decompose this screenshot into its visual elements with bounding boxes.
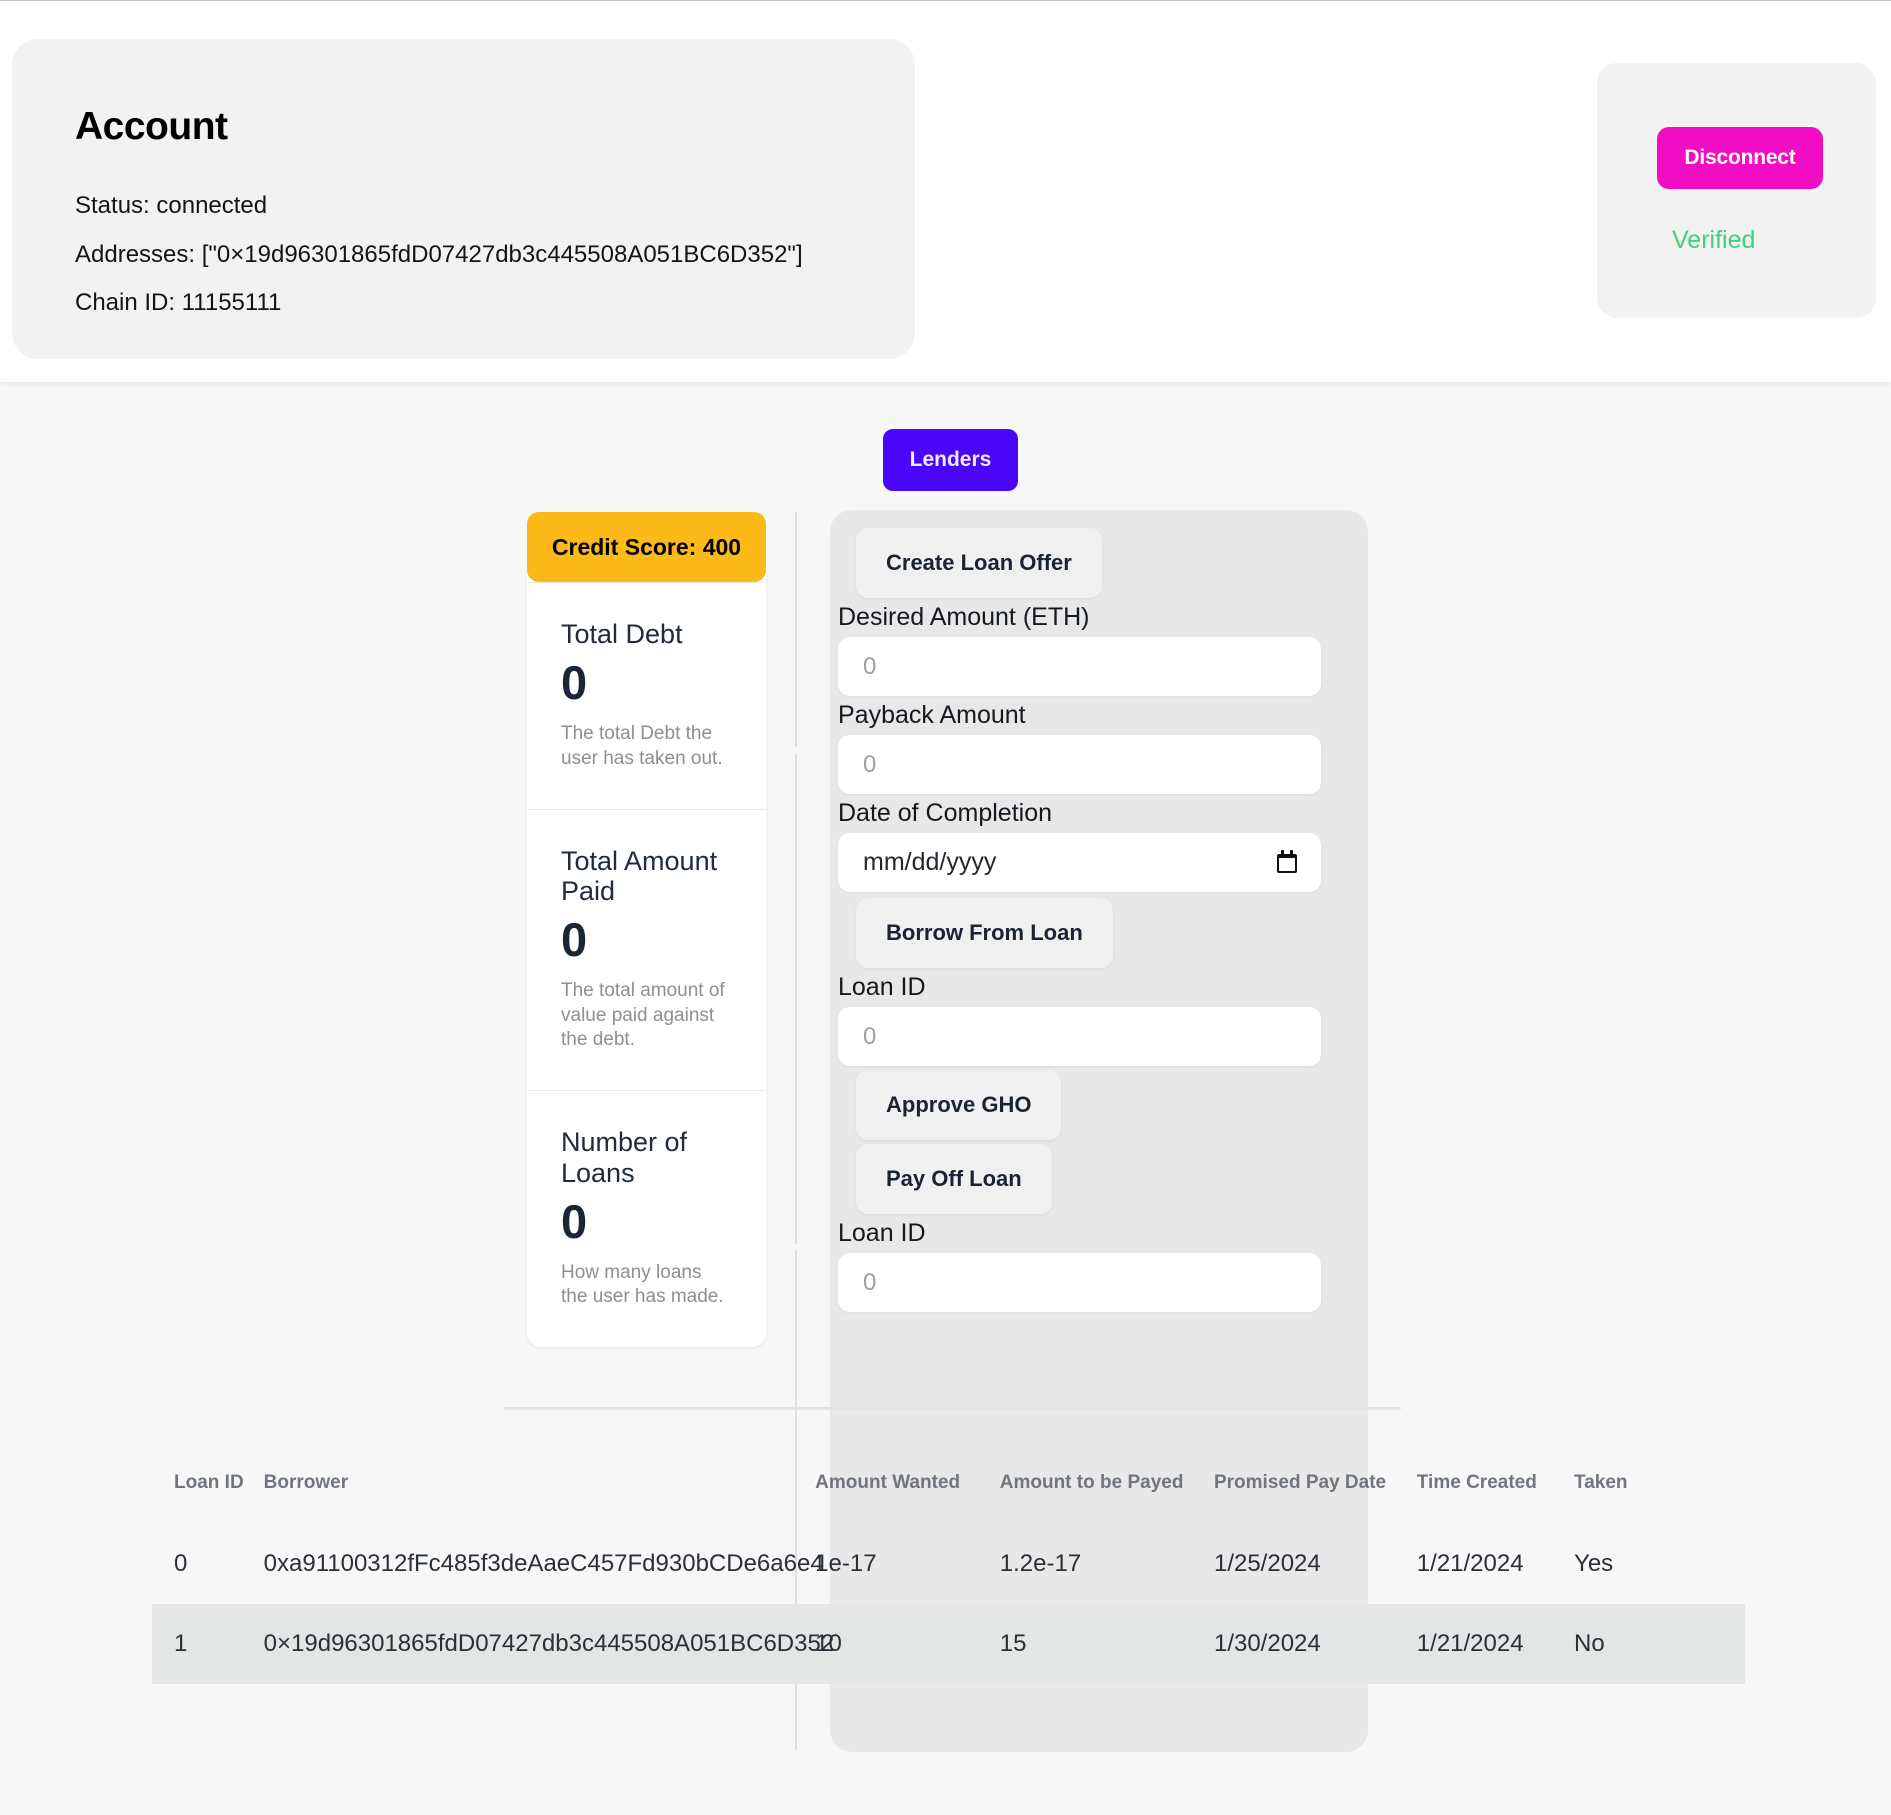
col-loan-id: Loan ID	[174, 1472, 244, 1493]
tab-lenders[interactable]: Lenders	[883, 429, 1018, 491]
approve-gho-button[interactable]: Approve GHO	[856, 1070, 1062, 1140]
borrow-loan-id-label: Loan ID	[838, 973, 926, 1001]
stat-description: The total amount of value paid against t…	[561, 980, 725, 1050]
borrow-loan-id-input[interactable]	[838, 1007, 1321, 1066]
account-addresses: Addresses: ["0×19d96301865fdD07427db3c44…	[75, 241, 803, 268]
payback-amount-label: Payback Amount	[838, 701, 1026, 729]
table-row[interactable]: 0 0xa91100312fFc485f3deAaeC457Fd930bCDe6…	[152, 1524, 1745, 1604]
account-chain-id: Chain ID: 11155111	[75, 289, 282, 316]
credit-score-badge: Credit Score: 400	[527, 512, 766, 582]
stat-title: Total Amount Paid	[561, 845, 718, 907]
stat-value: 0	[561, 1194, 588, 1248]
column-divider	[795, 512, 797, 747]
col-time-created: Time Created	[1416, 1472, 1537, 1493]
col-taken: Taken	[1574, 1472, 1628, 1493]
cell-amount-wanted: 10	[815, 1630, 842, 1657]
pay-off-loan-button[interactable]: Pay Off Loan	[856, 1144, 1052, 1214]
section-divider	[504, 1407, 1401, 1410]
stat-number-of-loans: Number of Loans 0 How many loans the use…	[527, 1090, 766, 1347]
cell-taken: Yes	[1574, 1550, 1614, 1577]
loans-table-container: Loan ID Borrower Amount Wanted Amount to…	[152, 1472, 1745, 1684]
cell-loan-id: 0	[174, 1550, 188, 1577]
date-of-completion-field[interactable]: mm/dd/yyyy	[838, 833, 1321, 892]
stat-description: How many loans the user has made.	[561, 1261, 724, 1308]
cell-loan-id: 1	[174, 1630, 188, 1657]
cell-promised-pay-date: 1/30/2024	[1213, 1630, 1321, 1657]
date-of-completion-label: Date of Completion	[838, 799, 1053, 827]
cell-amount-wanted: 1e-17	[815, 1550, 877, 1577]
account-card: Account Status: connected Addresses: ["0…	[12, 39, 915, 359]
cell-borrower: 0×19d96301865fdD07427db3c445508A051BC6D3…	[263, 1630, 835, 1657]
cell-amount-to-be-payed: 1.2e-17	[999, 1550, 1082, 1577]
date-of-completion-value[interactable]: mm/dd/yyyy	[838, 833, 1321, 892]
stat-value: 0	[561, 656, 588, 710]
table-head: Loan ID Borrower Amount Wanted Amount to…	[152, 1472, 1745, 1524]
cell-borrower: 0xa91100312fFc485f3deAaeC457Fd930bCDe6a6…	[263, 1550, 824, 1577]
cell-time-created: 1/21/2024	[1416, 1630, 1524, 1657]
borrow-from-loan-button[interactable]: Borrow From Loan	[856, 898, 1113, 968]
table-header-row: Loan ID Borrower Amount Wanted Amount to…	[152, 1472, 1745, 1524]
col-amount-wanted: Amount Wanted	[815, 1472, 961, 1493]
verified-status: Verified	[1672, 226, 1756, 254]
col-amount-to-be-payed: Amount to be Payed	[999, 1472, 1184, 1493]
table-body: 0 0xa91100312fFc485f3deAaeC457Fd930bCDe6…	[152, 1524, 1745, 1684]
create-loan-offer-button[interactable]: Create Loan Offer	[856, 528, 1102, 598]
loans-table: Loan ID Borrower Amount Wanted Amount to…	[152, 1472, 1745, 1684]
col-promised-pay-date: Promised Pay Date	[1213, 1472, 1387, 1493]
stats-column: Credit Score: 400 Total Debt 0 The total…	[527, 512, 766, 1348]
payback-amount-input[interactable]	[838, 735, 1321, 794]
column-divider	[795, 754, 797, 1244]
col-borrower: Borrower	[263, 1472, 349, 1493]
cell-time-created: 1/21/2024	[1416, 1550, 1524, 1577]
disconnect-button[interactable]: Disconnect	[1657, 127, 1823, 189]
cell-amount-to-be-payed: 15	[999, 1630, 1027, 1657]
payoff-loan-id-label: Loan ID	[838, 1219, 926, 1247]
stat-total-debt: Total Debt 0 The total Debt the user has…	[527, 582, 766, 809]
payoff-loan-id-input[interactable]	[838, 1253, 1321, 1312]
stat-description: The total Debt the user has taken out.	[561, 723, 723, 769]
main-content: Lenders Credit Score: 400 Total Debt 0 T…	[0, 382, 1891, 1815]
account-title: Account	[75, 105, 228, 148]
cell-promised-pay-date: 1/25/2024	[1213, 1550, 1321, 1577]
stats-card: Total Debt 0 The total Debt the user has…	[527, 570, 766, 1348]
page-header: Account Status: connected Addresses: ["0…	[0, 1, 1891, 382]
stat-title: Total Debt	[561, 619, 683, 649]
stat-title: Number of Loans	[561, 1127, 688, 1188]
stat-value: 0	[561, 913, 588, 967]
wallet-card: Disconnect Verified	[1597, 63, 1876, 318]
stat-total-amount-paid: Total Amount Paid 0 The total amount of …	[527, 808, 766, 1090]
desired-amount-label: Desired Amount (ETH)	[838, 603, 1090, 631]
account-status: Status: connected	[75, 192, 268, 219]
cell-taken: No	[1574, 1630, 1605, 1657]
desired-amount-input[interactable]	[838, 637, 1321, 696]
table-row[interactable]: 1 0×19d96301865fdD07427db3c445508A051BC6…	[152, 1604, 1745, 1684]
